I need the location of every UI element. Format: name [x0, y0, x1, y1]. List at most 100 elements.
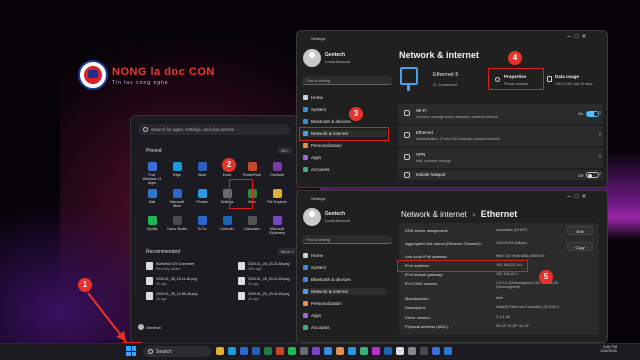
sidebar-item-home[interactable]: Home: [301, 94, 387, 101]
sidebar-item-system[interactable]: System: [301, 106, 387, 113]
settings-row-mobile-hotspot[interactable]: Mobile hotspot Off ›: [398, 170, 603, 180]
start-search-input[interactable]: Search for apps, settings, and documents: [138, 124, 290, 135]
pinned-app-four-windows-11-apps[interactable]: Four Windows 11 Apps: [141, 162, 163, 185]
recommended-title: Recommended: [146, 249, 180, 255]
settings-window-network: Settings ─ □ ✕ Gentech Local Account Fin…: [296, 30, 608, 188]
pinned-app-microsoft-store[interactable]: Microsoft Store: [166, 189, 188, 208]
property-label-ipv4-default-gateway: IPv4 default gateway:: [405, 272, 444, 277]
property-label-aggregated-link-speed-receive-transmit: Aggregated link speed (Receive/ Transmit…: [405, 241, 482, 246]
microsoft-store-icon: [172, 189, 182, 198]
taskbar-app-icon[interactable]: [324, 347, 332, 355]
onenote-icon: [272, 162, 282, 171]
sidebar-item-label: Bluetooth & devices: [311, 119, 351, 124]
taskbar-app-icon[interactable]: [264, 347, 272, 355]
window-controls[interactable]: ─ □ ✕: [567, 193, 587, 200]
all-apps-button[interactable]: All >: [278, 147, 292, 154]
taskbar-app-icon[interactable]: [312, 347, 320, 355]
window-controls[interactable]: ─ □ ✕: [567, 33, 587, 40]
property-value-manufacturer: Intel: [496, 296, 504, 300]
taskbar-app-icon[interactable]: [444, 347, 452, 355]
taskbar-app-icon[interactable]: [300, 347, 308, 355]
taskbar-app-icon[interactable]: [276, 347, 284, 355]
search-icon: [143, 127, 148, 132]
sidebar-item-personalization[interactable]: Personalization: [301, 142, 387, 149]
find-setting-input[interactable]: Find a setting: [302, 235, 392, 244]
recommended-item[interactable]: 2025-01_28_15-11-46.png 2h ago: [146, 277, 226, 289]
settings-row-wi-fi[interactable]: Wi-Fi Connect, manage known networks, met…: [398, 104, 603, 124]
chevron-right-icon: ›: [599, 132, 601, 138]
pinned-app-photos[interactable]: Photos: [191, 189, 213, 204]
pinned-app-spotify[interactable]: Spotify: [141, 216, 163, 231]
data-usage-button[interactable]: Data usage 296.13 GB, last 30 days: [545, 71, 605, 91]
annotation-box-settings: [229, 179, 253, 209]
pinned-app-calculator[interactable]: Calculator: [241, 216, 263, 231]
taskbar-search[interactable]: Search: [143, 346, 211, 357]
pinned-app-label: File Explorer: [267, 200, 287, 204]
pinned-app-label: Camo Studio: [166, 227, 188, 231]
sidebar-item-apps[interactable]: Apps: [301, 312, 387, 319]
sidebar-item-label: Network & internet: [311, 289, 349, 294]
system-clock[interactable]: 3:46 PM 1/28/2025: [600, 345, 617, 353]
start-button[interactable]: [126, 346, 136, 356]
pinned-app-onenote[interactable]: OneNote: [266, 162, 288, 177]
recommended-subtitle: 28m ago: [248, 267, 262, 271]
taskbar-app-icon[interactable]: [360, 347, 368, 355]
row-title: Wi-Fi: [416, 108, 427, 113]
start-user-name: Gentech: [146, 325, 162, 330]
linkedin-icon: [222, 216, 232, 225]
ethernet-icon: [404, 132, 410, 138]
taskbar-app-icon[interactable]: [408, 347, 416, 355]
pinned-app-file-explorer[interactable]: File Explorer: [266, 189, 288, 204]
pinned-app-word[interactable]: Word: [191, 162, 213, 177]
recommended-item[interactable]: 2025-01_28_14-56-28.png 3h ago: [146, 292, 226, 304]
recommended-subtitle: Recently added: [156, 267, 181, 271]
pinned-app-edge[interactable]: Edge: [166, 162, 188, 177]
pinned-app-powerpoint[interactable]: PowerPoint: [241, 162, 263, 177]
pinned-app-microsoft-clipchamp[interactable]: Microsoft Clipchamp: [266, 216, 288, 235]
taskbar-app-icon[interactable]: [372, 347, 380, 355]
find-setting-input[interactable]: Find a setting: [302, 76, 392, 85]
sidebar-item-accounts[interactable]: Accounts: [301, 324, 387, 331]
taskbar-app-icon[interactable]: [396, 347, 404, 355]
recommended-item[interactable]: StarWind V2V Converter Recently added: [146, 262, 226, 274]
settings-row-ethernet[interactable]: Ethernet Authentication, IP and DNS setti…: [398, 126, 603, 146]
taskbar-app-icon[interactable]: [432, 347, 440, 355]
sidebar-item-bluetooth-devices[interactable]: Bluetooth & devices: [301, 276, 387, 283]
pinned-app-linkedin[interactable]: LinkedIn: [216, 216, 238, 231]
taskbar-app-icon[interactable]: [228, 347, 236, 355]
sidebar-item-home[interactable]: Home: [301, 252, 387, 259]
start-user-button[interactable]: Gentech: [138, 324, 162, 330]
ethernet-status-text: Connected: [437, 82, 457, 87]
taskbar-app-icon[interactable]: [336, 347, 344, 355]
sidebar-item-network-internet[interactable]: Network & internet: [301, 288, 387, 295]
powerpoint-icon: [247, 162, 257, 171]
sidebar-item-label: System: [311, 265, 327, 270]
pinned-app-to-do[interactable]: To Do: [191, 216, 213, 231]
settings-row-vpn[interactable]: VPN Add, connect, manage ›: [398, 148, 603, 168]
sidebar-item-system[interactable]: System: [301, 264, 387, 271]
mobile-hotspot-toggle[interactable]: [586, 172, 599, 178]
edit-button[interactable]: Edit: [567, 226, 593, 235]
taskbar-app-icon[interactable]: [348, 347, 356, 355]
taskbar-app-icon[interactable]: [288, 347, 296, 355]
sidebar-item-bluetooth-devices[interactable]: Bluetooth & devices: [301, 118, 387, 125]
taskbar-app-icon[interactable]: [420, 347, 428, 355]
taskbar-app-icon[interactable]: [216, 347, 224, 355]
sidebar-item-apps[interactable]: Apps: [301, 154, 387, 161]
taskbar-app-icon[interactable]: [252, 347, 260, 355]
sidebar-item-personalization[interactable]: Personalization: [301, 300, 387, 307]
brand-logo: [78, 60, 108, 90]
copy-button[interactable]: Copy: [567, 242, 593, 251]
recommended-subtitle: 2h ago: [156, 282, 167, 286]
pinned-app-mail[interactable]: Mail: [141, 189, 163, 204]
breadcrumb-parent[interactable]: Network & internet: [401, 210, 467, 219]
pinned-app-label: Word: [197, 173, 207, 177]
wi-fi-toggle[interactable]: [586, 111, 599, 117]
word-icon: [197, 162, 207, 171]
more-button[interactable]: More >: [278, 248, 297, 255]
sidebar-item-accounts[interactable]: Accounts: [301, 166, 387, 173]
taskbar-app-icon[interactable]: [384, 347, 392, 355]
spotify-icon: [147, 216, 157, 225]
pinned-app-camo-studio[interactable]: Camo Studio: [166, 216, 188, 231]
taskbar-app-icon[interactable]: [240, 347, 248, 355]
